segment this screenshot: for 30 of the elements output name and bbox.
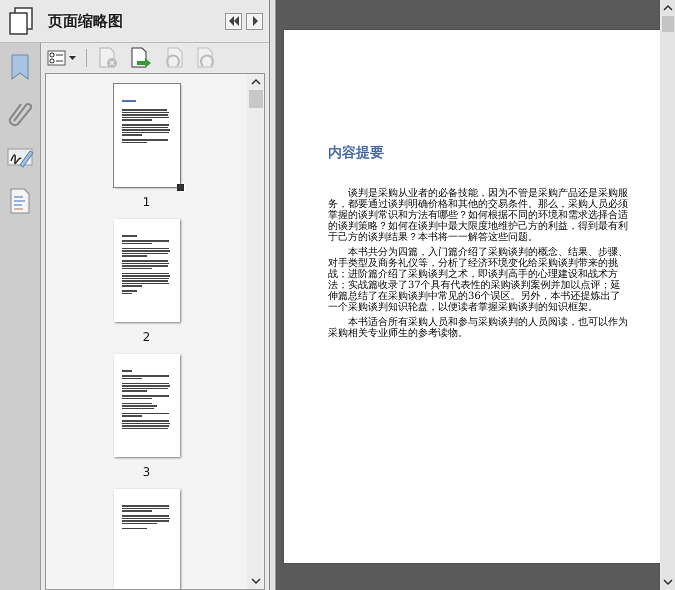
resize-handle[interactable] xyxy=(176,184,184,191)
pages-icon[interactable] xyxy=(8,7,34,35)
list-options-icon xyxy=(47,50,67,66)
document-icon[interactable] xyxy=(9,187,31,215)
scroll-thumb[interactable] xyxy=(662,16,674,32)
scrollbar[interactable] xyxy=(660,0,675,590)
scrollbar[interactable] xyxy=(247,74,264,589)
page-number: 2 xyxy=(142,330,150,344)
double-left-arrow-icon xyxy=(228,16,240,26)
paragraph: 本书适合所有采购人员和参与采购谈判的人员阅读，也可以作为采购相关专业师生的参考读物。 xyxy=(328,317,629,339)
page-number: 1 xyxy=(142,195,150,209)
paragraph: 本书共分为四篇，入门篇介绍了采购谈判的概念、结果、步骤、对手类型及商务礼仪等，分析了经济环境变化给采购谈判带来的挑战；进阶篇介绍了采购谈判之术，即谈判高手的心理建设和战术方法；实战篇收录了37个具有代表性的采购谈判案例并加以点评；延伸篇总结了在采购谈判中常见的36个误区。另外，本书还提炼出了一个采购谈判知识轮盘，以便读者掌握采购谈判的知识框架。 xyxy=(328,247,629,313)
scroll-down-icon[interactable] xyxy=(662,578,672,586)
scroll-up-icon[interactable] xyxy=(250,78,261,86)
caret-icon xyxy=(69,56,76,60)
scroll-thumb[interactable] xyxy=(248,90,263,108)
scroll-down-icon[interactable] xyxy=(250,577,261,585)
scroll-up-icon[interactable] xyxy=(662,4,672,12)
collapse-panel-button[interactable] xyxy=(225,12,242,30)
options-menu-button[interactable] xyxy=(47,50,76,66)
page-number: 3 xyxy=(142,465,150,479)
paragraph: 谈判是采购从业者的必备技能，因为不管是采购产品还是采购服务，都要通过谈判明确价格和其他的交易条件。那么，采购人员必须掌握的谈判常识和方法有哪些？如何根据不同的环境和需求选择合适的谈判策略？如何在谈判中最大限度地维护己方的利益，得到最有利于己方的谈判结果？本书将一一解答这些问题。 xyxy=(328,188,629,243)
insert-page-icon[interactable] xyxy=(129,47,153,69)
splitter-handle[interactable] xyxy=(269,0,276,590)
page-thumbnail[interactable] xyxy=(114,354,180,457)
page-thumbnail[interactable] xyxy=(114,219,180,322)
panel-title: 页面缩略图 xyxy=(48,12,124,30)
page-thumbnail[interactable] xyxy=(114,489,180,589)
page-heading: 内容提要 xyxy=(328,144,385,162)
expand-panel-button[interactable] xyxy=(246,12,264,30)
